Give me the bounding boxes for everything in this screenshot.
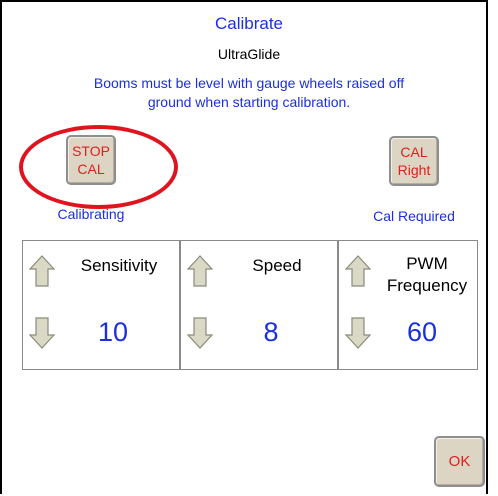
speed-panel: Speed 8 bbox=[180, 240, 338, 370]
right-calibration-status: Cal Required bbox=[373, 208, 455, 224]
sensitivity-value: 10 bbox=[97, 317, 129, 347]
pwm-frequency-panel: PWM Frequency 60 bbox=[338, 240, 478, 370]
cal-right-button[interactable]: CAL Right bbox=[389, 136, 439, 186]
ok-button[interactable]: OK bbox=[434, 436, 485, 487]
instructions-line-1: Booms must be level with gauge wheels ra… bbox=[93, 75, 405, 91]
speed-label-line-1: Speed bbox=[252, 256, 302, 275]
cal-right-button-line-1: CAL bbox=[400, 144, 428, 160]
speed-value: 8 bbox=[263, 317, 279, 347]
sensitivity-up-arrow-icon[interactable] bbox=[29, 255, 55, 287]
sensitivity-down-arrow-icon[interactable] bbox=[29, 317, 55, 349]
instructions-line-2: ground when starting calibration. bbox=[147, 94, 351, 110]
page-title: Calibrate bbox=[214, 14, 284, 33]
ok-button-label: OK bbox=[448, 452, 471, 470]
speed-down-arrow-icon[interactable] bbox=[187, 317, 213, 349]
pwm-frequency-down-arrow-icon[interactable] bbox=[345, 317, 371, 349]
pwm-frequency-up-arrow-icon[interactable] bbox=[345, 255, 371, 287]
sensitivity-label-line-1: Sensitivity bbox=[80, 256, 158, 275]
pwm-frequency-value: 60 bbox=[406, 317, 438, 347]
sensitivity-panel: Sensitivity 10 bbox=[22, 240, 180, 370]
implement-name: UltraGlide bbox=[217, 46, 281, 62]
pwm-frequency-label: PWM Frequency bbox=[379, 253, 475, 297]
calibration-instructions: Booms must be level with gauge wheels ra… bbox=[0, 74, 498, 112]
pwm-frequency-label-line-2: Frequency bbox=[386, 276, 468, 295]
left-calibration-status: Calibrating bbox=[57, 206, 125, 222]
pwm-frequency-label-line-1: PWM bbox=[406, 254, 448, 273]
cal-right-button-line-2: Right bbox=[397, 162, 431, 178]
speed-label: Speed bbox=[221, 255, 333, 277]
highlight-circle bbox=[19, 125, 178, 209]
sensitivity-label: Sensitivity bbox=[63, 255, 175, 277]
speed-up-arrow-icon[interactable] bbox=[187, 255, 213, 287]
